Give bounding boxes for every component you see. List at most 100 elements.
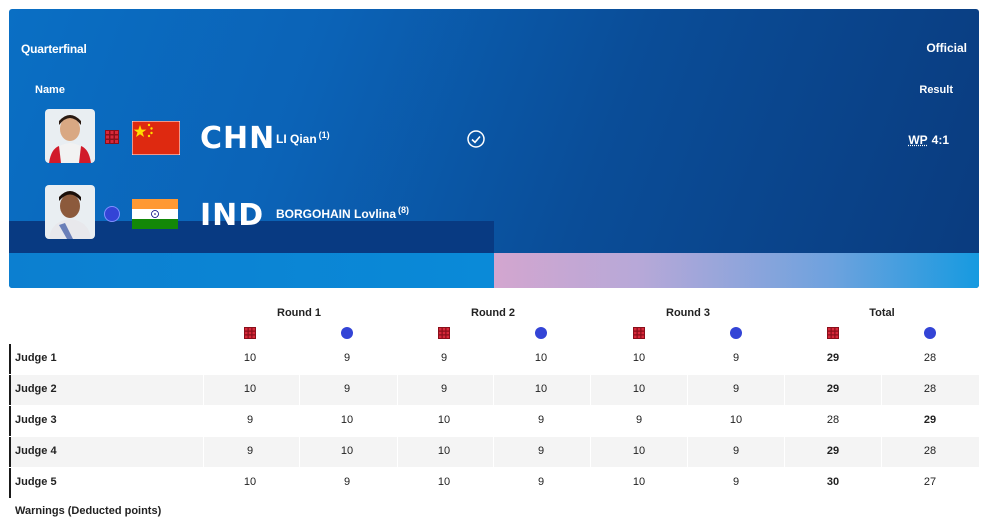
china-flag-icon <box>132 121 180 155</box>
india-flag-icon <box>132 199 178 229</box>
judge-label: Judge 1 <box>15 352 57 364</box>
score-cell: 29 <box>826 445 840 457</box>
column-separator <box>493 375 494 405</box>
score-cell: 10 <box>437 414 451 426</box>
header-band-gradient <box>494 253 979 288</box>
score-cell: 30 <box>826 476 840 488</box>
column-separator <box>203 344 204 374</box>
athlete-photo-ind <box>45 185 95 239</box>
column-separator <box>203 406 204 436</box>
phase-title: Quarterfinal <box>21 42 87 56</box>
corner-icon-row <box>0 326 985 340</box>
athlete-seed: (8) <box>398 205 410 215</box>
judge-label: Judge 4 <box>15 445 57 457</box>
blue-corner-icon <box>730 327 742 339</box>
score-cell: 10 <box>534 383 548 395</box>
column-separator <box>590 437 591 467</box>
score-cell: 9 <box>537 476 545 488</box>
column-separator <box>397 406 398 436</box>
column-separator <box>784 437 785 467</box>
table-row: Judge 4 9 10 10 9 10 9 29 28 <box>9 437 979 467</box>
row-marker <box>9 406 11 436</box>
score-cell: 28 <box>923 352 937 364</box>
column-separator <box>784 375 785 405</box>
result-method[interactable]: WP <box>908 133 927 147</box>
score-cell: 9 <box>343 352 351 364</box>
score-cell: 27 <box>923 476 937 488</box>
status-label: Official <box>926 41 967 55</box>
round-3-header: Round 3 <box>666 307 710 319</box>
score-cell: 9 <box>440 383 448 395</box>
score-cell: 10 <box>340 445 354 457</box>
row-marker <box>9 437 11 467</box>
column-separator <box>687 468 688 498</box>
column-separator <box>299 344 300 374</box>
column-separator <box>687 344 688 374</box>
score-cell: 29 <box>826 352 840 364</box>
column-separator <box>203 437 204 467</box>
bout-header: Quarterfinal Official Name Result CHN LI… <box>9 9 979 288</box>
round-1-header: Round 1 <box>277 307 321 319</box>
score-cell: 10 <box>729 414 743 426</box>
column-separator <box>881 375 882 405</box>
blue-corner-icon <box>535 327 547 339</box>
judge-label: Judge 5 <box>15 476 57 488</box>
athlete-name-text: BORGOHAIN Lovlina <box>276 207 397 221</box>
blue-corner-icon <box>104 206 120 222</box>
column-separator <box>784 468 785 498</box>
score-cell: 9 <box>343 383 351 395</box>
blue-corner-icon <box>341 327 353 339</box>
column-separator <box>203 468 204 498</box>
column-separator <box>687 437 688 467</box>
red-corner-icon <box>244 327 256 339</box>
winner-check-icon <box>467 130 485 148</box>
score-cell: 10 <box>243 476 257 488</box>
athlete-seed: (1) <box>318 130 330 140</box>
column-separator <box>687 375 688 405</box>
score-cell: 10 <box>243 352 257 364</box>
column-separator <box>299 406 300 436</box>
score-cell: 10 <box>632 352 646 364</box>
score-cell: 9 <box>246 414 254 426</box>
score-cell: 29 <box>826 383 840 395</box>
score-cell: 28 <box>923 383 937 395</box>
column-separator <box>590 406 591 436</box>
bout-result: WP 4:1 <box>908 133 949 147</box>
athlete-name-ind[interactable]: BORGOHAIN Lovlina (8) <box>276 205 409 221</box>
column-separator <box>493 406 494 436</box>
score-cell: 10 <box>632 383 646 395</box>
score-cell: 10 <box>632 476 646 488</box>
column-separator <box>784 344 785 374</box>
score-cell: 10 <box>437 445 451 457</box>
row-marker <box>9 375 11 405</box>
score-cell: 9 <box>732 476 740 488</box>
red-corner-icon <box>633 327 645 339</box>
score-cell: 28 <box>923 445 937 457</box>
score-cell: 9 <box>246 445 254 457</box>
column-separator <box>397 344 398 374</box>
result-column-header: Result <box>919 84 953 96</box>
header-band-bottom <box>9 253 494 288</box>
score-cell: 28 <box>826 414 840 426</box>
athlete-name-chn[interactable]: LI Qian (1) <box>276 130 330 146</box>
round-2-header: Round 2 <box>471 307 515 319</box>
table-row: Judge 3 9 10 10 9 9 10 28 29 <box>9 406 979 436</box>
column-separator <box>203 375 204 405</box>
red-corner-icon <box>827 327 839 339</box>
column-separator <box>493 344 494 374</box>
name-column-header: Name <box>35 84 65 96</box>
column-separator <box>687 406 688 436</box>
column-separator <box>299 468 300 498</box>
score-cell: 9 <box>343 476 351 488</box>
red-corner-icon <box>438 327 450 339</box>
score-cell: 10 <box>534 352 548 364</box>
score-cell: 10 <box>340 414 354 426</box>
score-cell: 9 <box>732 445 740 457</box>
country-code-chn: CHN <box>200 121 276 156</box>
column-separator <box>881 437 882 467</box>
row-marker <box>9 468 11 498</box>
total-header: Total <box>869 307 895 319</box>
score-cell: 10 <box>243 383 257 395</box>
blue-corner-icon <box>924 327 936 339</box>
judge-label: Judge 3 <box>15 414 57 426</box>
